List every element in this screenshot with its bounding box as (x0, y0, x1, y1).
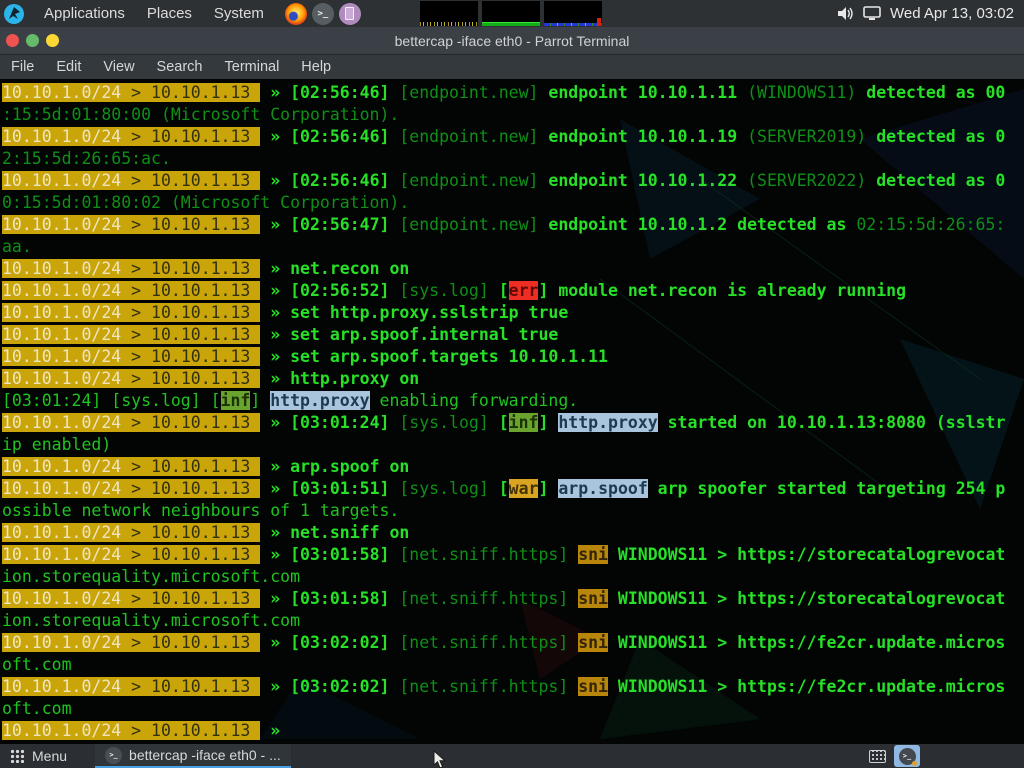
bettercap-prompt: 10.10.1.0/24 > 10.10.1.13 (2, 523, 260, 542)
firefox-icon[interactable] (285, 3, 307, 25)
network-history-graph[interactable] (544, 1, 602, 26)
keyboard-indicator-icon[interactable] (869, 750, 886, 763)
terminal-line: 0:15:5d:01:80:02 (Microsoft Corporation)… (2, 192, 1024, 214)
bettercap-prompt: 10.10.1.0/24 > 10.10.1.13 (2, 325, 260, 344)
bettercap-prompt: 10.10.1.0/24 > 10.10.1.13 (2, 259, 260, 278)
menu-edit[interactable]: Edit (45, 55, 92, 79)
task-terminal-icon: >_ (105, 747, 122, 764)
menu-grid-icon (10, 749, 24, 763)
bettercap-prompt: 10.10.1.0/24 > 10.10.1.13 (2, 413, 260, 432)
window-title: bettercap -iface eth0 - Parrot Terminal (0, 27, 1024, 55)
bettercap-prompt: 10.10.1.0/24 > 10.10.1.13 (2, 633, 260, 652)
terminal-line: 10.10.1.0/24 > 10.10.1.13 » [03:01:51] [… (2, 478, 1024, 500)
taskbar-task-bettercap[interactable]: >_ bettercap -iface eth0 - ... (95, 744, 291, 768)
top-panel: Applications Places System >_ Wed Apr 13… (0, 0, 1024, 27)
parrot-logo-icon[interactable] (3, 3, 25, 25)
terminal-line: 10.10.1.0/24 > 10.10.1.13 » [02:56:46] [… (2, 126, 1024, 148)
terminal-viewport[interactable]: 10.10.1.0/24 > 10.10.1.13 » [02:56:46] [… (0, 79, 1024, 744)
window-titlebar[interactable]: bettercap -iface eth0 - Parrot Terminal (0, 27, 1024, 55)
bettercap-prompt: 10.10.1.0/24 > 10.10.1.13 (2, 677, 260, 696)
terminal-line: 10.10.1.0/24 > 10.10.1.13 » [03:02:02] [… (2, 632, 1024, 654)
terminal-menubar: File Edit View Search Terminal Help (0, 55, 1024, 79)
terminal-line: 10.10.1.0/24 > 10.10.1.13 » net.recon on (2, 258, 1024, 280)
notes-icon[interactable] (339, 3, 361, 25)
bettercap-prompt: 10.10.1.0/24 > 10.10.1.13 (2, 479, 260, 498)
terminal-line: ip enabled) (2, 434, 1024, 456)
terminal-line: 10.10.1.0/24 > 10.10.1.13 » set arp.spoo… (2, 324, 1024, 346)
terminal-line: 10.10.1.0/24 > 10.10.1.13 » net.sniff on (2, 522, 1024, 544)
menu-view[interactable]: View (92, 55, 145, 79)
system-monitors (420, 1, 602, 26)
bettercap-prompt: 10.10.1.0/24 > 10.10.1.13 (2, 721, 260, 740)
bettercap-prompt: 10.10.1.0/24 > 10.10.1.13 (2, 457, 260, 476)
terminal-line: aa. (2, 236, 1024, 258)
terminal-line: 10.10.1.0/24 > 10.10.1.13 » [03:01:58] [… (2, 588, 1024, 610)
terminal-line: oft.com (2, 654, 1024, 676)
terminal-output: 10.10.1.0/24 > 10.10.1.13 » [02:56:46] [… (0, 79, 1024, 744)
terminal-line: 10.10.1.0/24 > 10.10.1.13 » [02:56:46] [… (2, 82, 1024, 104)
terminal-icon[interactable]: >_ (312, 3, 334, 25)
bettercap-prompt: 10.10.1.0/24 > 10.10.1.13 (2, 83, 260, 102)
terminal-line: 10.10.1.0/24 > 10.10.1.13 » [02:56:52] [… (2, 280, 1024, 302)
panel-clock[interactable]: Wed Apr 13, 03:02 (890, 5, 1014, 22)
terminal-line: ion.storequality.microsoft.com (2, 566, 1024, 588)
terminal-line: 10.10.1.0/24 > 10.10.1.13 » set arp.spoo… (2, 346, 1024, 368)
display-icon[interactable] (863, 6, 881, 21)
terminal-line: 10.10.1.0/24 > 10.10.1.13 » arp.spoof on (2, 456, 1024, 478)
terminal-line: 10.10.1.0/24 > 10.10.1.13 » (2, 720, 1024, 742)
cpu-history-graph[interactable] (420, 1, 478, 26)
bettercap-prompt: 10.10.1.0/24 > 10.10.1.13 (2, 347, 260, 366)
terminal-line: 10.10.1.0/24 > 10.10.1.13 » [03:02:02] [… (2, 676, 1024, 698)
terminal-line: 10.10.1.0/24 > 10.10.1.13 » [03:01:58] [… (2, 544, 1024, 566)
bettercap-prompt: 10.10.1.0/24 > 10.10.1.13 (2, 215, 260, 234)
terminal-line: [03:01:24] [sys.log] [inf] http.proxy en… (2, 390, 1024, 412)
bettercap-prompt: 10.10.1.0/24 > 10.10.1.13 (2, 369, 260, 388)
terminal-line: 10.10.1.0/24 > 10.10.1.13 » [03:01:24] [… (2, 412, 1024, 434)
terminal-line: ion.storequality.microsoft.com (2, 610, 1024, 632)
menu-terminal[interactable]: Terminal (214, 55, 291, 79)
mouse-cursor (433, 750, 447, 768)
menu-file[interactable]: File (0, 55, 45, 79)
taskbar: Menu >_ bettercap -iface eth0 - ... >_ (0, 744, 1024, 768)
taskbar-menu-label: Menu (32, 748, 67, 764)
terminal-line: 10.10.1.0/24 > 10.10.1.13 » [02:56:47] [… (2, 214, 1024, 236)
bettercap-prompt: 10.10.1.0/24 > 10.10.1.13 (2, 281, 260, 300)
speaker-icon[interactable] (837, 6, 854, 21)
terminal-line: :15:5d:01:80:00 (Microsoft Corporation). (2, 104, 1024, 126)
task-label: bettercap -iface eth0 - ... (129, 747, 281, 763)
terminal-line: oft.com (2, 698, 1024, 720)
terminal-line: 2:15:5d:26:65:ac. (2, 148, 1024, 170)
taskbar-menu-button[interactable]: Menu (0, 744, 81, 768)
terminal-line: ossible network neighbours of 1 targets. (2, 500, 1024, 522)
terminal-line: 10.10.1.0/24 > 10.10.1.13 » set http.pro… (2, 302, 1024, 324)
terminal-line: 10.10.1.0/24 > 10.10.1.13 » [02:56:46] [… (2, 170, 1024, 192)
menu-search[interactable]: Search (146, 55, 214, 79)
bettercap-prompt: 10.10.1.0/24 > 10.10.1.13 (2, 589, 260, 608)
memory-usage-graph[interactable] (482, 1, 540, 26)
menu-help[interactable]: Help (290, 55, 342, 79)
panel-menu-applications[interactable]: Applications (33, 0, 136, 27)
panel-menu-places[interactable]: Places (136, 0, 203, 27)
bettercap-prompt: 10.10.1.0/24 > 10.10.1.13 (2, 303, 260, 322)
bettercap-prompt: 10.10.1.0/24 > 10.10.1.13 (2, 127, 260, 146)
terminal-line: 10.10.1.0/24 > 10.10.1.13 » http.proxy o… (2, 368, 1024, 390)
bettercap-prompt: 10.10.1.0/24 > 10.10.1.13 (2, 171, 260, 190)
panel-menu-system[interactable]: System (203, 0, 275, 27)
panel-launchers: >_ (285, 3, 361, 25)
terminal-tray-icon[interactable]: >_ (894, 745, 920, 767)
bettercap-prompt: 10.10.1.0/24 > 10.10.1.13 (2, 545, 260, 564)
